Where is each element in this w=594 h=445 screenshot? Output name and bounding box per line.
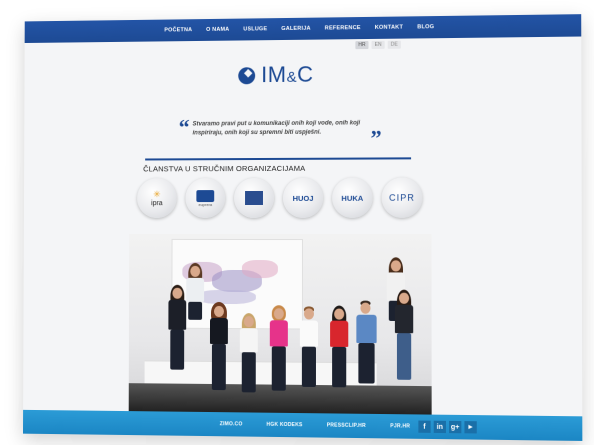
footer-link-hgk-kodeks[interactable]: HGK KODEKS xyxy=(266,422,302,428)
footer-link-pressclip[interactable]: PRESSCLIP.HR xyxy=(327,422,366,429)
nav-item-reference[interactable]: REFERENCE xyxy=(325,25,361,31)
badge-euprera[interactable]: euprera xyxy=(185,178,226,219)
footer-bar: ZIMO.CO HGK KODEKS PRESSCLIP.HR PJR.HR f… xyxy=(22,409,583,441)
quote-close-mark: ” xyxy=(370,125,382,151)
language-en[interactable]: EN xyxy=(371,40,385,49)
device-mockup: POČETNA O NAMA USLUGE GALERIJA REFERENCE… xyxy=(0,0,594,445)
team-photo xyxy=(128,233,432,415)
site-logo[interactable]: IM&C xyxy=(238,61,314,89)
logo-wordmark: IM&C xyxy=(261,61,314,88)
section-divider xyxy=(145,157,412,161)
footer-link-pjr[interactable]: PJR.HR xyxy=(390,423,410,429)
nav-item-blog[interactable]: BLOG xyxy=(417,24,434,30)
federation-logo-icon xyxy=(245,190,263,206)
facebook-icon[interactable]: f xyxy=(418,420,431,433)
main-menu: POČETNA O NAMA USLUGE GALERIJA REFERENCE… xyxy=(164,24,434,33)
badge-cipr[interactable]: CIPR xyxy=(381,177,423,218)
nav-item-kontakt[interactable]: KONTAKT xyxy=(375,25,403,31)
badge-federation[interactable] xyxy=(234,177,274,219)
quote-open-mark: “ xyxy=(178,114,190,140)
logo-mark-icon xyxy=(238,66,256,84)
language-de[interactable]: DE xyxy=(387,40,401,49)
social-links: f in g+ ▶ xyxy=(418,420,477,434)
memberships-heading: ČLANSTVA U STRUČNIM ORGANIZACIJAMA xyxy=(143,163,306,174)
website-screen: POČETNA O NAMA USLUGE GALERIJA REFERENCE… xyxy=(22,14,583,441)
language-switcher: HR EN DE xyxy=(355,40,401,50)
linkedin-icon[interactable]: in xyxy=(433,420,446,434)
nav-item-o-nama[interactable]: O NAMA xyxy=(206,27,229,33)
badge-huoj[interactable]: HUOJ xyxy=(282,177,324,218)
nav-item-pocetna[interactable]: POČETNA xyxy=(164,27,192,33)
ipra-star-icon: ✳ xyxy=(153,189,161,200)
membership-badges: ✳ ipra euprera HUOJ HUKA CIPR xyxy=(137,177,423,219)
language-hr[interactable]: HR xyxy=(355,41,369,50)
footer-links: ZIMO.CO HGK KODEKS PRESSCLIP.HR PJR.HR xyxy=(220,421,410,429)
badge-huka[interactable]: HUKA xyxy=(332,177,373,218)
tagline-quote: Stvaramo pravi put u komunikaciji onih k… xyxy=(192,120,361,137)
google-plus-icon[interactable]: g+ xyxy=(449,420,462,434)
youtube-icon[interactable]: ▶ xyxy=(464,421,477,434)
badge-ipra[interactable]: ✳ ipra xyxy=(137,178,177,219)
nav-item-usluge[interactable]: USLUGE xyxy=(243,26,267,32)
top-navigation: POČETNA O NAMA USLUGE GALERIJA REFERENCE… xyxy=(24,14,582,44)
nav-item-galerija[interactable]: GALERIJA xyxy=(281,26,310,32)
euprera-logo-icon xyxy=(196,189,215,202)
footer-link-zimo[interactable]: ZIMO.CO xyxy=(220,421,243,427)
